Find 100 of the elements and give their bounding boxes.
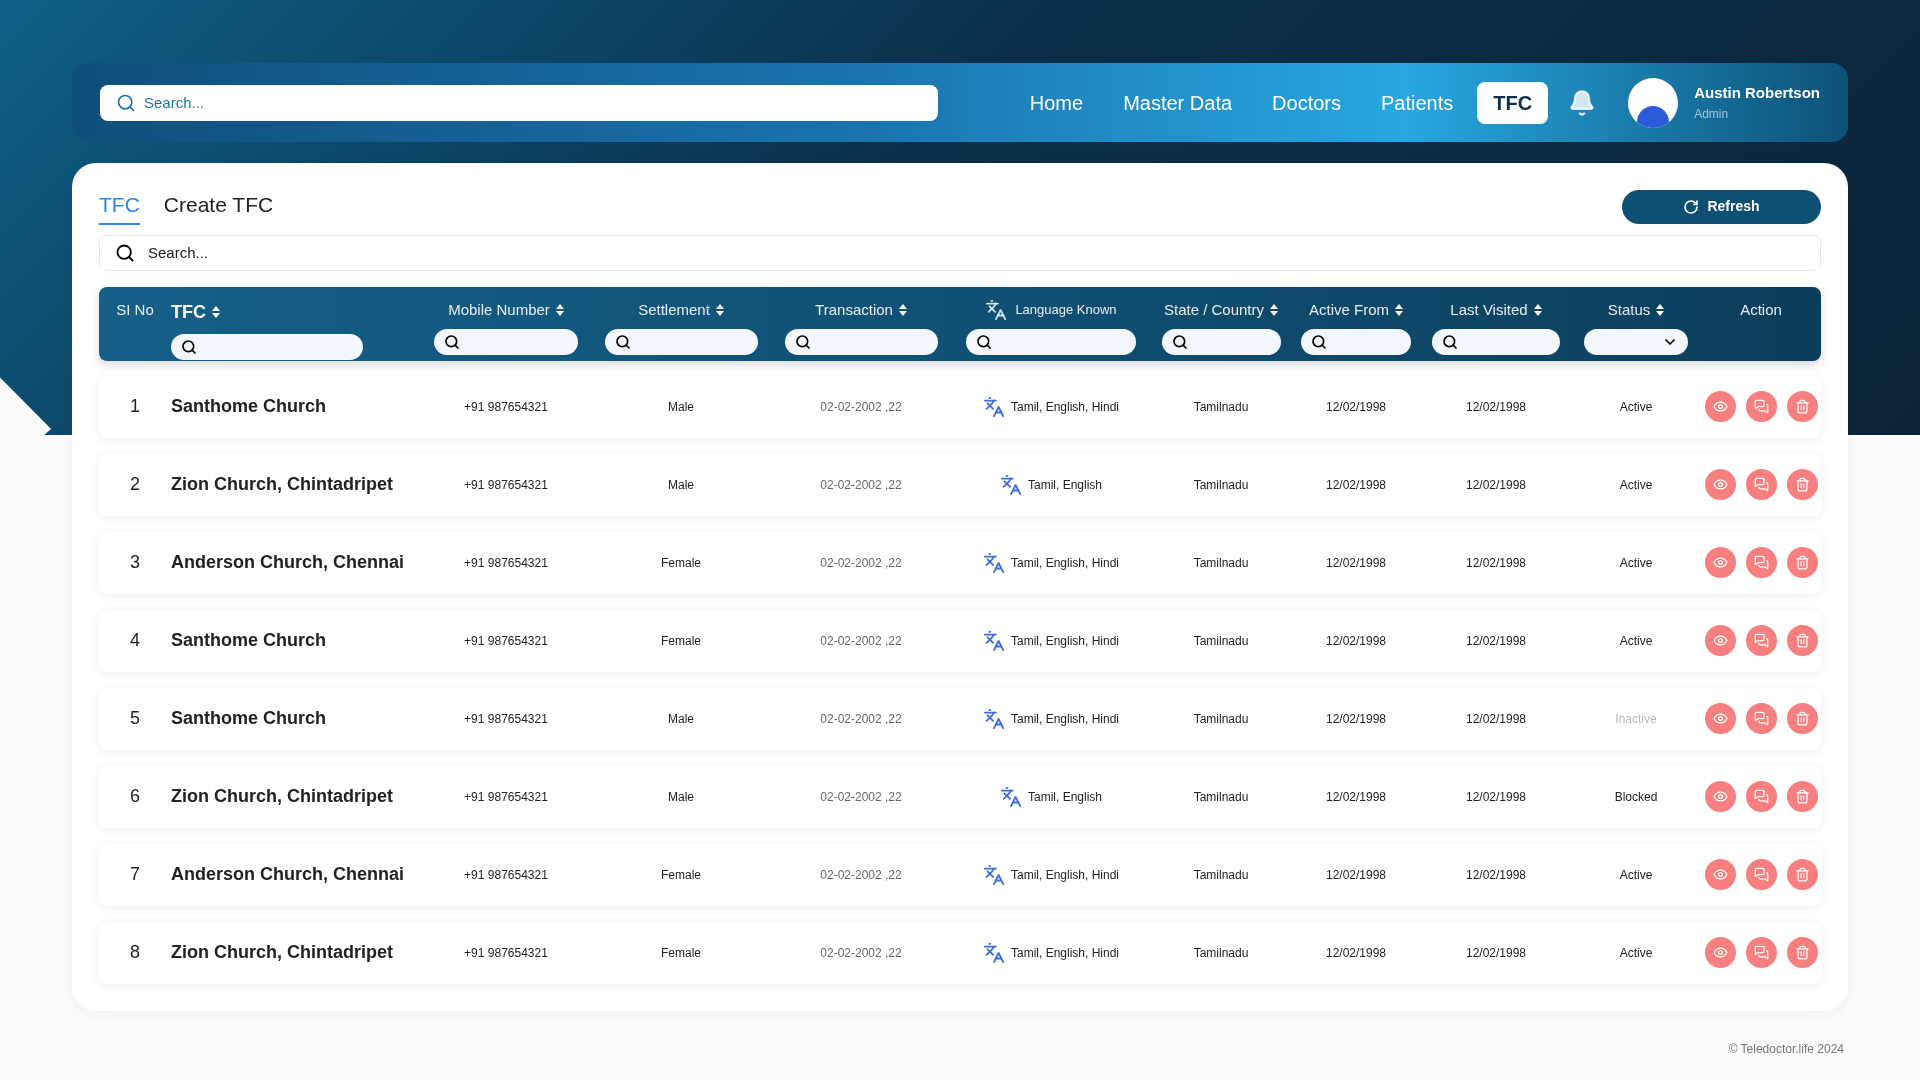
table-cell-text: Tamilnadu — [1192, 476, 1250, 494]
sort-icon[interactable] — [898, 303, 907, 316]
table-cell-text: Anderson Church, Chennai — [171, 863, 405, 886]
delete-button[interactable] — [1786, 625, 1818, 656]
search-field[interactable]: Search... — [99, 234, 1821, 271]
column-filter-field[interactable] — [433, 329, 579, 355]
status-text: Active — [1618, 632, 1654, 650]
view-button[interactable] — [1704, 547, 1736, 578]
delete-button[interactable] — [1786, 547, 1818, 578]
delete-button[interactable] — [1786, 937, 1818, 968]
status-text: Active — [1618, 554, 1654, 572]
column-header: Active From — [1309, 299, 1389, 320]
nav-link[interactable]: Patients — [1365, 81, 1470, 124]
refresh-icon — [1683, 198, 1700, 215]
chat-button[interactable] — [1745, 547, 1777, 578]
sort-icon[interactable] — [1395, 303, 1403, 316]
sort-icon[interactable] — [1270, 303, 1279, 316]
table-cell-text: Anderson Church, Chennai — [171, 551, 405, 574]
trash-icon — [1794, 945, 1810, 960]
column-header: Action — [1740, 299, 1782, 320]
column-header: Status — [1607, 299, 1651, 320]
delete-button[interactable] — [1786, 469, 1818, 500]
chat-icon — [1753, 867, 1769, 882]
column-filter-field[interactable] — [1432, 329, 1560, 355]
table-cell-text: 8 — [129, 941, 141, 964]
tab[interactable]: Create TFC — [163, 189, 274, 225]
search-icon — [181, 338, 197, 355]
table-cell-text: Tamilnadu — [1192, 554, 1250, 572]
view-button[interactable] — [1704, 859, 1736, 890]
chat-icon — [1753, 477, 1769, 492]
bell-icon[interactable] — [1568, 88, 1597, 117]
nav-link[interactable]: Home — [1013, 81, 1100, 124]
sort-icon[interactable] — [555, 303, 564, 316]
table-cell-text: Tamil, English, Hindi — [1010, 554, 1119, 572]
delete-button[interactable] — [1786, 703, 1818, 734]
nav-link[interactable]: TFC — [1477, 81, 1549, 124]
table-cell-text: 12/02/1998 — [1464, 866, 1528, 884]
view-button[interactable] — [1704, 625, 1736, 656]
delete-button[interactable] — [1786, 859, 1818, 890]
chat-button[interactable] — [1745, 625, 1777, 656]
table-cell-text: 12/02/1998 — [1464, 554, 1528, 572]
eye-icon — [1712, 711, 1728, 726]
column-header: State / Country — [1163, 299, 1265, 320]
search-field[interactable]: Search... — [100, 84, 938, 121]
sort-icon[interactable] — [715, 303, 724, 316]
table-cell-text: Tamilnadu — [1192, 632, 1250, 650]
delete-button[interactable] — [1786, 391, 1818, 422]
eye-icon — [1712, 555, 1728, 570]
view-button[interactable] — [1704, 703, 1736, 734]
chat-button[interactable] — [1745, 859, 1777, 890]
chat-button[interactable] — [1745, 469, 1777, 500]
tab[interactable]: TFC — [99, 189, 140, 225]
table-cell-text: 4 — [129, 629, 141, 652]
table-cell-text: Tamil, English, Hindi — [1010, 866, 1119, 884]
search-icon — [614, 334, 631, 350]
view-button[interactable] — [1704, 391, 1736, 422]
table-cell-text: Santhome Church — [171, 707, 327, 730]
table-cell-text: 12/02/1998 — [1464, 632, 1528, 650]
column-filter-field[interactable] — [1300, 329, 1412, 355]
table-cell-text: 12/02/1998 — [1324, 632, 1388, 650]
refresh-button[interactable]: Refresh — [1622, 189, 1821, 224]
chat-icon — [1753, 555, 1769, 570]
table-cell-text: 12/02/1998 — [1464, 476, 1528, 494]
sort-icon[interactable] — [1656, 303, 1665, 316]
trash-icon — [1794, 633, 1810, 648]
eye-icon — [1712, 399, 1728, 414]
eye-icon — [1712, 945, 1728, 960]
column-filter-field[interactable] — [604, 329, 758, 355]
chat-button[interactable] — [1745, 391, 1777, 422]
view-button[interactable] — [1704, 469, 1736, 500]
search-icon — [115, 242, 135, 263]
chat-button[interactable] — [1745, 703, 1777, 734]
nav-link[interactable]: Doctors — [1256, 81, 1357, 124]
user-name: Austin Robertson — [1694, 83, 1820, 104]
view-button[interactable] — [1704, 937, 1736, 968]
chat-button[interactable] — [1745, 781, 1777, 812]
view-button[interactable] — [1704, 781, 1736, 812]
chat-button[interactable] — [1745, 937, 1777, 968]
table-cell-text: +91 987654321 — [463, 944, 549, 962]
table-cell-text: 3 — [129, 551, 141, 574]
column-filter-field[interactable] — [784, 329, 938, 355]
table-cell-text: 12/02/1998 — [1464, 788, 1528, 806]
sort-icon[interactable] — [1533, 303, 1542, 316]
nav-link[interactable]: Master Data — [1107, 81, 1249, 124]
language-icon — [982, 941, 1005, 964]
trash-icon — [1794, 399, 1810, 414]
delete-button[interactable] — [1786, 781, 1818, 812]
table-cell-text: 02-02-2002 ,22 — [819, 710, 903, 728]
trash-icon — [1794, 789, 1810, 804]
column-filter-field[interactable] — [966, 328, 1136, 355]
table-cell-text: 1 — [129, 395, 141, 418]
status-filter-select[interactable] — [1584, 329, 1688, 355]
column-header: Settlement — [638, 299, 710, 320]
sort-icon[interactable] — [212, 306, 220, 318]
language-icon — [1000, 473, 1022, 496]
column-filter-field[interactable] — [171, 333, 363, 360]
column-header: SI No — [116, 299, 154, 320]
column-header: TFC — [171, 300, 206, 324]
column-filter-field[interactable] — [1161, 329, 1281, 355]
chat-icon — [1753, 789, 1769, 804]
